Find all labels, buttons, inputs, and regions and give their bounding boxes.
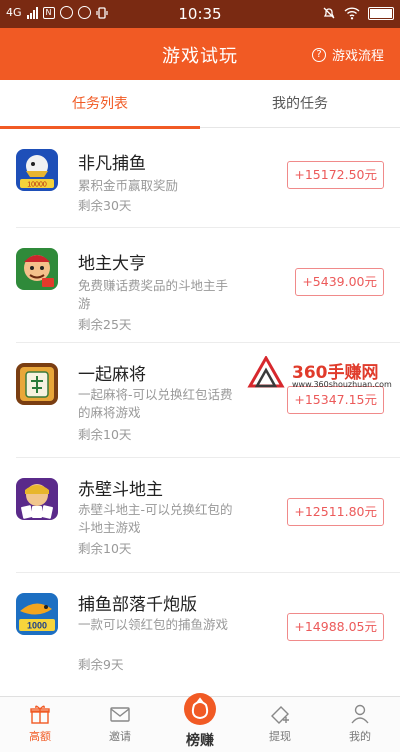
task-name: 赤壁斗地主	[78, 480, 163, 500]
task-name: 一起麻将	[78, 365, 146, 385]
task-reward[interactable]: +15347.15元	[287, 386, 384, 414]
fish-tribe-game-icon: 1000	[16, 593, 58, 635]
task-name: 捕鱼部落千炮版	[78, 595, 197, 615]
wifi-icon	[344, 6, 360, 19]
nav-label: 榜赚	[186, 733, 214, 749]
task-desc: 赤壁斗地主-可以兑换红包的斗地主游戏	[78, 502, 233, 535]
list-item[interactable]: 赤壁斗地主 赤壁斗地主-可以兑换红包的斗地主游戏 剩余10天 +12511.80…	[16, 458, 400, 573]
task-desc: 累积金币赢取奖励	[78, 178, 179, 193]
task-desc: 一款可以领红包的捕鱼游戏	[78, 617, 229, 632]
tab-task-list[interactable]: 任务列表	[0, 80, 200, 128]
status-right	[322, 6, 394, 20]
task-remaining: 剩余10天	[78, 427, 132, 442]
nav-item-withdraw[interactable]: 提现	[240, 697, 320, 752]
task-remaining: 剩余9天	[78, 657, 124, 672]
task-reward[interactable]: +12511.80元	[287, 498, 384, 526]
task-reward[interactable]: +5439.00元	[295, 268, 384, 296]
status-bar: 4G N 10:35	[0, 0, 400, 28]
task-reward[interactable]: +14988.05元	[287, 613, 384, 641]
nav-label: 高额	[29, 730, 51, 743]
task-remaining: 剩余30天	[78, 198, 132, 213]
nav-label: 邀请	[109, 730, 131, 743]
mahjong-game-icon	[16, 363, 58, 405]
task-reward[interactable]: +15172.50元	[287, 161, 384, 189]
list-item[interactable]: 10000 非凡捕鱼 累积金币赢取奖励 剩余30天 +15172.50元	[16, 129, 400, 228]
tab-bar: 任务列表 我的任务	[0, 80, 400, 128]
game-flow-button[interactable]: ? 游戏流程	[311, 45, 384, 64]
chibi-game-icon	[16, 478, 58, 520]
mute-bell-icon	[323, 7, 335, 19]
list-item[interactable]: 地主大亨 免费赚话费奖品的斗地主手游 剩余25天 +5439.00元	[16, 228, 400, 343]
user-icon	[351, 704, 369, 724]
task-desc: 一起麻将-可以兑换红包话费的麻将游戏	[78, 387, 233, 420]
nav-item-invite[interactable]: 邀请	[80, 697, 160, 752]
task-remaining: 剩余25天	[78, 317, 132, 332]
help-icon: ?	[311, 47, 326, 62]
coin-bag-icon	[184, 693, 216, 725]
task-name: 非凡捕鱼	[78, 154, 146, 174]
ticket-icon	[271, 706, 289, 724]
svg-text:10000: 10000	[27, 182, 47, 189]
tab-my-tasks[interactable]: 我的任务	[200, 80, 400, 128]
bottom-nav: 高额 邀请 榜赚 提现 我的	[0, 693, 400, 752]
svg-text:1000: 1000	[27, 621, 47, 631]
task-desc: 免费赚话费奖品的斗地主手游	[78, 278, 229, 311]
game-flow-label: 游戏流程	[331, 49, 384, 64]
nav-label: 我的	[349, 730, 371, 743]
nav-item-rank-earn[interactable]: 榜赚	[160, 693, 240, 752]
app-header: 游戏试玩 ? 游戏流程	[0, 28, 400, 80]
nav-label: 提现	[269, 730, 291, 743]
gift-icon	[30, 705, 50, 724]
nav-item-gaoe[interactable]: 高额	[0, 697, 80, 752]
task-remaining: 剩余10天	[78, 541, 132, 556]
fishing-game-icon: 10000	[16, 149, 58, 191]
nav-item-mine[interactable]: 我的	[320, 697, 400, 752]
watermark-url: www.360shouzhuan.com	[292, 380, 392, 389]
mail-icon	[110, 707, 130, 722]
list-item[interactable]: 1000 捕鱼部落千炮版 一款可以领红包的捕鱼游戏 剩余9天 +14988.05…	[16, 573, 400, 691]
watermark-logo	[247, 354, 285, 388]
task-list: 10000 非凡捕鱼 累积金币赢取奖励 剩余30天 +15172.50元 地主大…	[0, 129, 400, 691]
landlord-game-icon	[16, 248, 58, 290]
battery-icon	[368, 6, 394, 20]
task-name: 地主大亨	[78, 254, 146, 274]
watermark: 360手赚网 www.360shouzhuan.com	[246, 354, 396, 390]
